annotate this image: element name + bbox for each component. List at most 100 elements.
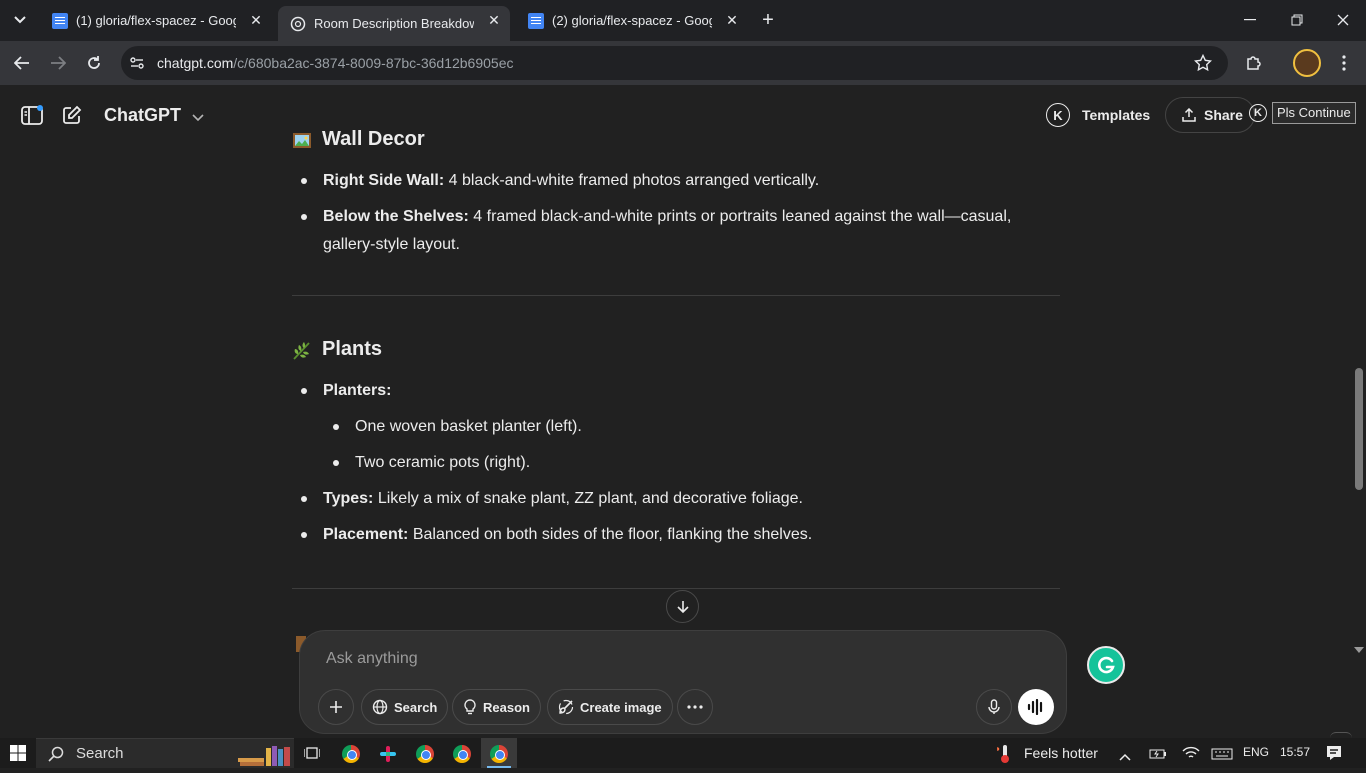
taskbar-chrome-icon[interactable] [453, 745, 471, 763]
close-tab-icon[interactable]: ✕ [486, 12, 502, 28]
thermometer-icon [995, 744, 1013, 769]
reason-label: Reason [483, 699, 530, 715]
taskbar-chrome-icon[interactable] [342, 745, 360, 763]
create-image-button[interactable]: Create image [547, 689, 673, 725]
search-button[interactable]: Search [361, 689, 449, 725]
brand-title: ChatGPT [104, 105, 182, 125]
ask-anything-input[interactable] [326, 647, 926, 671]
arrow-down-icon [676, 600, 690, 614]
globe-icon [372, 699, 388, 715]
url-text: chatgpt.com/c/680ba2ac-3874-8009-87bc-36… [157, 55, 514, 71]
voice-mode-button[interactable] [1018, 689, 1054, 725]
address-bar[interactable]: chatgpt.com/c/680ba2ac-3874-8009-87bc-36… [121, 46, 1228, 80]
section-heading-wall-decor: Wall Decor [292, 128, 1060, 151]
bookmark-star-icon[interactable] [1193, 53, 1213, 77]
browser-menu-kebab-icon[interactable] [1330, 49, 1358, 77]
dictate-button[interactable] [976, 689, 1012, 725]
herb-icon [292, 340, 312, 360]
scrollbar-down-arrow-icon[interactable] [1354, 640, 1364, 658]
tab-title: Room Description Breakdown [314, 16, 474, 31]
weather-text[interactable]: Feels hotter [1024, 745, 1098, 761]
grammarly-g-icon[interactable] [1087, 646, 1125, 684]
reload-icon[interactable] [80, 49, 108, 77]
pls-continue-button[interactable]: Pls Continue [1272, 102, 1356, 124]
plants-section: Plants Planters: One woven basket plante… [292, 338, 1060, 557]
minimize-window-icon[interactable] [1236, 6, 1264, 34]
attach-plus-button[interactable] [318, 689, 354, 725]
chat-composer: Search Reason Create image [299, 630, 1067, 734]
model-selector[interactable]: ChatGPT [104, 105, 204, 127]
scroll-to-bottom-button[interactable] [666, 590, 699, 623]
google-docs-icon [528, 12, 544, 29]
item-label: Below the Shelves: [323, 208, 469, 225]
paintbrush-icon [558, 699, 574, 715]
tab-title: (2) gloria/flex-spacez - Google D [552, 13, 712, 28]
share-upload-icon [1182, 108, 1196, 122]
notifications-icon[interactable] [1325, 744, 1343, 767]
waveform-icon [1027, 699, 1045, 715]
heading-text: Plants [322, 338, 383, 360]
battery-charging-icon[interactable] [1149, 747, 1167, 765]
forward-arrow-icon[interactable] [44, 49, 72, 77]
templates-button[interactable]: Templates [1082, 107, 1150, 123]
section-divider [292, 295, 1060, 296]
item-label: Right Side Wall: [323, 172, 445, 189]
chevron-down-icon [192, 106, 204, 127]
browser-tab-strip: (1) gloria/flex-spacez - Google D ✕ Room… [0, 0, 1366, 41]
extension-k-icon[interactable]: K [1249, 104, 1267, 122]
item-label: Types: [323, 490, 374, 507]
tab-search-chevron-icon[interactable] [6, 6, 34, 34]
taskbar-chrome-icon[interactable] [416, 745, 434, 763]
tab-google-docs-1[interactable]: (1) gloria/flex-spacez - Google D ✕ [40, 6, 272, 35]
lightbulb-icon [463, 699, 477, 715]
url-path: /c/680ba2ac-3874-8009-87bc-36d12b6905ec [233, 55, 514, 71]
windows-taskbar: Search Feels hotter ENG 15:57 [0, 738, 1366, 768]
list-item: Types: Likely a mix of snake plant, ZZ p… [292, 485, 1060, 513]
section-divider [292, 588, 1060, 589]
new-chat-pencil-icon[interactable] [60, 103, 84, 127]
new-tab-plus-icon[interactable]: + [754, 6, 782, 34]
tab-google-docs-2[interactable]: (2) gloria/flex-spacez - Google D ✕ [516, 6, 748, 35]
windows-start-icon[interactable] [10, 745, 26, 766]
create-image-label: Create image [580, 699, 662, 715]
restore-window-icon[interactable] [1283, 6, 1311, 34]
wifi-icon[interactable] [1182, 746, 1200, 765]
profile-avatar[interactable] [1293, 49, 1321, 77]
browser-toolbar: chatgpt.com/c/680ba2ac-3874-8009-87bc-36… [0, 41, 1366, 85]
task-view-icon[interactable] [303, 746, 321, 765]
extensions-puzzle-icon[interactable] [1240, 49, 1268, 77]
tray-chevron-up-icon[interactable] [1119, 748, 1131, 766]
close-window-icon[interactable] [1329, 6, 1357, 34]
magnifier-icon [48, 746, 64, 762]
list-item: Below the Shelves: 4 framed black-and-wh… [292, 203, 1060, 259]
heading-text: Wall Decor [322, 128, 425, 150]
keyboard-icon[interactable] [1211, 747, 1233, 765]
ellipsis-icon [687, 705, 703, 709]
item-label: Planters: [323, 382, 392, 399]
list-item: Placement: Balanced on both sides of the… [292, 521, 1060, 549]
url-host: chatgpt.com [157, 55, 234, 71]
section-heading-plants: Plants [292, 338, 1060, 361]
taskbar-chrome-icon [490, 745, 508, 763]
taskbar-active-chrome[interactable] [481, 738, 517, 768]
back-arrow-icon[interactable] [8, 49, 36, 77]
close-tab-icon[interactable]: ✕ [724, 12, 740, 28]
language-indicator[interactable]: ENG [1243, 745, 1269, 759]
close-tab-icon[interactable]: ✕ [248, 12, 264, 28]
taskbar-slack-icon[interactable] [379, 745, 397, 763]
sidebar-toggle-icon[interactable] [20, 103, 44, 127]
chatgpt-favicon-icon [290, 16, 306, 32]
tab-room-description[interactable]: Room Description Breakdown ✕ [278, 6, 510, 41]
search-label: Search [394, 699, 438, 715]
clock[interactable]: 15:57 [1280, 745, 1310, 759]
templates-k-icon[interactable]: K [1046, 103, 1070, 127]
item-text: Likely a mix of snake plant, ZZ plant, a… [373, 490, 803, 507]
reason-button[interactable]: Reason [452, 689, 541, 725]
more-tools-button[interactable] [677, 689, 713, 725]
google-docs-icon [52, 12, 68, 29]
assistant-message: Wall Decor Right Side Wall: 4 black-and-… [292, 125, 1060, 267]
site-info-tune-icon[interactable] [129, 55, 145, 76]
wall-decor-list: Right Side Wall: 4 black-and-white frame… [292, 167, 1060, 259]
page-scrollbar-thumb[interactable] [1355, 368, 1363, 490]
share-button[interactable]: Share [1165, 97, 1255, 133]
